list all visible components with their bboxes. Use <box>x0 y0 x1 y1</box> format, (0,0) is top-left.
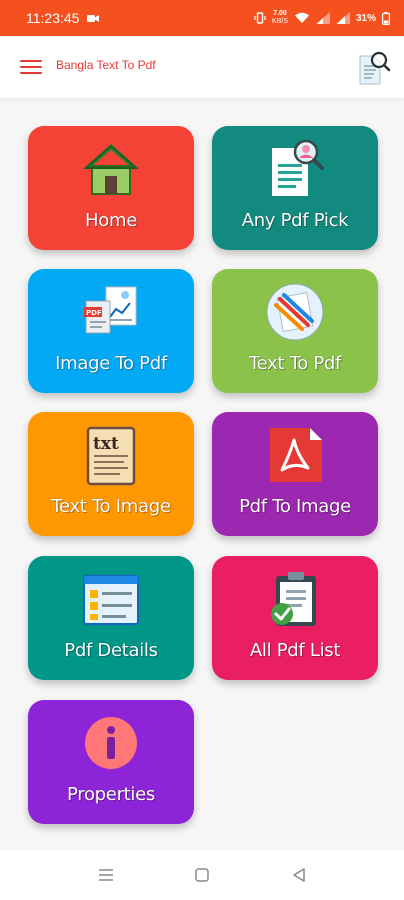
document-search-icon[interactable] <box>356 50 391 86</box>
svg-text:PDF: PDF <box>86 309 102 317</box>
battery-icon <box>382 11 390 25</box>
tile-pdf-details[interactable]: Pdf Details <box>28 556 194 680</box>
status-bar: 11:23:45 7.00 KB/S 31% <box>0 0 404 36</box>
tile-image-to-pdf-label: Image To Pdf <box>55 353 167 374</box>
tile-text-to-pdf[interactable]: Text To Pdf <box>212 269 378 393</box>
clipboard-check-icon <box>271 572 316 626</box>
pencils-icon <box>266 283 324 341</box>
hamburger-menu-icon[interactable] <box>20 60 42 76</box>
network-speed: 7.00 KB/S <box>272 10 288 26</box>
tile-any-pdf-pick[interactable]: Any Pdf Pick <box>212 126 378 250</box>
signal-icon-1 <box>315 12 330 24</box>
status-left: 11:23:45 <box>26 10 100 26</box>
wifi-icon <box>294 12 310 24</box>
tile-pdf-to-image[interactable]: Pdf To Image <box>212 412 378 536</box>
battery-text: 31% <box>355 12 376 24</box>
tile-pdf-to-image-label: Pdf To Image <box>239 496 351 517</box>
recent-apps-icon[interactable] <box>97 866 115 884</box>
app-title: Bangla Text To Pdf <box>56 58 156 72</box>
tile-text-to-image[interactable]: txt Text To Image <box>28 412 194 536</box>
network-speed-value: 7.00 <box>273 10 287 17</box>
txt-note-icon: txt <box>86 426 136 486</box>
status-time: 11:23:45 <box>26 10 80 26</box>
vibrate-icon <box>254 12 266 24</box>
tile-text-to-image-label: Text To Image <box>51 496 171 517</box>
back-triangle-icon[interactable] <box>290 866 308 884</box>
tile-any-pdf-pick-label: Any Pdf Pick <box>241 210 349 231</box>
svg-text:txt: txt <box>93 434 119 454</box>
camera-icon <box>87 10 100 26</box>
image-to-pdf-icon: PDF <box>84 286 137 334</box>
details-window-icon <box>83 575 139 625</box>
system-nav-bar <box>0 850 404 900</box>
document-user-search-icon <box>272 139 324 196</box>
tile-all-pdf-list-label: All Pdf List <box>249 640 341 661</box>
tile-text-to-pdf-label: Text To Pdf <box>248 353 342 374</box>
tile-properties[interactable]: Properties <box>28 700 194 824</box>
tile-home[interactable]: Home <box>28 126 194 250</box>
tile-all-pdf-list[interactable]: All Pdf List <box>212 556 378 680</box>
home-square-icon[interactable] <box>193 866 211 884</box>
tile-pdf-details-label: Pdf Details <box>64 640 158 661</box>
status-right: 7.00 KB/S 31% <box>254 10 390 26</box>
network-speed-unit: KB/S <box>272 18 288 25</box>
signal-icon-2 <box>335 12 350 24</box>
info-icon <box>85 717 137 769</box>
pdf-file-icon <box>270 428 322 482</box>
app-bar: Bangla Text To Pdf <box>0 36 404 98</box>
tile-home-label: Home <box>85 210 137 231</box>
house-icon <box>83 144 139 195</box>
tile-image-to-pdf[interactable]: PDF Image To Pdf <box>28 269 194 393</box>
tile-properties-label: Properties <box>67 784 155 805</box>
